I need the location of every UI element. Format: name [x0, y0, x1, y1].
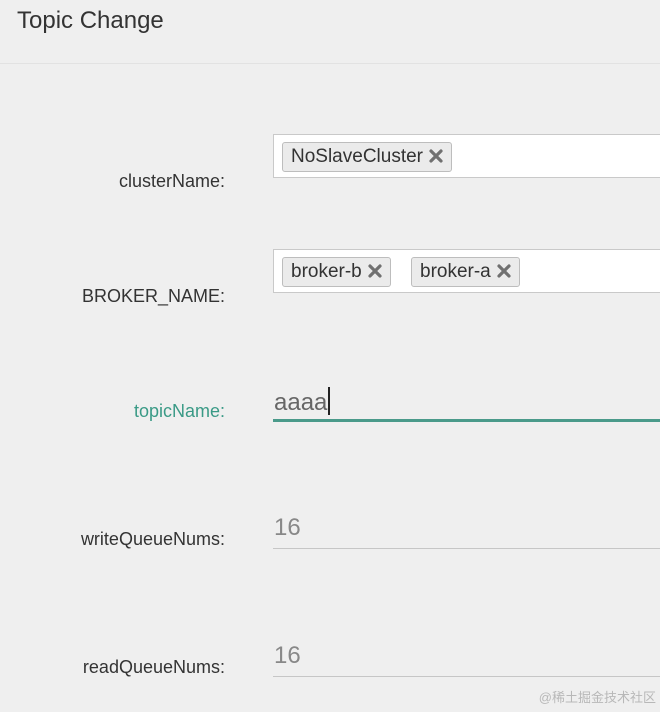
broker-name-select[interactable]: broker-b broker-a — [273, 249, 660, 293]
cluster-name-select[interactable]: NoSlaveCluster — [273, 134, 660, 178]
topic-name-value: aaaa — [274, 389, 328, 416]
cluster-name-label: clusterName: — [118, 171, 225, 191]
write-queue-nums-value: 16 — [274, 514, 301, 541]
tag-label: NoSlaveCluster — [291, 146, 423, 167]
read-queue-nums-label: readQueueNums: — [82, 657, 225, 677]
topic-name-input[interactable]: aaaa — [273, 382, 660, 422]
broker-name-label: BROKER_NAME: — [81, 286, 225, 306]
close-icon[interactable] — [497, 259, 511, 278]
write-queue-nums-label: writeQueueNums: — [80, 529, 225, 549]
watermark: @稀土掘金技术社区 — [538, 690, 656, 705]
page-title: Topic Change — [17, 7, 164, 34]
tag-label: broker-a — [420, 261, 491, 282]
tag-label: broker-b — [291, 261, 362, 282]
read-queue-nums-input[interactable]: 16 — [273, 637, 660, 677]
read-queue-nums-value: 16 — [274, 642, 301, 669]
tag-noslavecluster: NoSlaveCluster — [282, 142, 452, 172]
tag-broker-b: broker-b — [282, 257, 391, 287]
close-icon[interactable] — [368, 259, 382, 278]
dialog-header: Topic Change — [0, 0, 660, 64]
tag-broker-a: broker-a — [411, 257, 520, 287]
write-queue-nums-input[interactable]: 16 — [273, 509, 660, 549]
topic-name-label: topicName: — [133, 401, 225, 421]
close-icon[interactable] — [429, 144, 443, 163]
topic-change-dialog: Topic Change clusterName: NoSlaveCluster… — [0, 0, 660, 712]
text-caret — [328, 387, 331, 415]
